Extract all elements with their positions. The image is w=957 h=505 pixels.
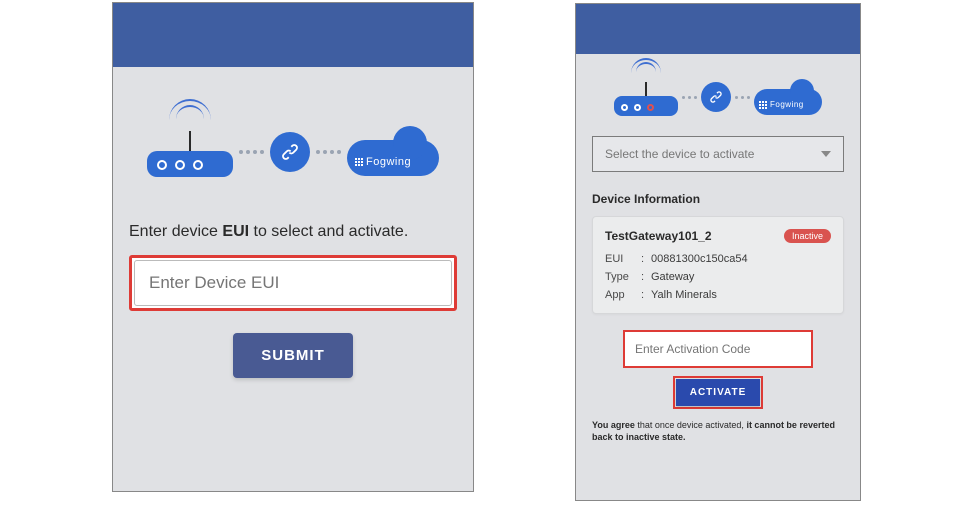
disclaimer-text: You agree that once device activated, it…	[592, 419, 844, 443]
eui-label: EUI	[605, 253, 641, 265]
hero-illustration: Fogwing	[113, 127, 473, 177]
type-label: Type	[605, 271, 641, 283]
device-icon	[147, 127, 233, 177]
hero-illustration: Fogwing	[576, 78, 860, 116]
device-icon	[614, 78, 678, 116]
activate-button-highlight: ACTIVATE	[673, 376, 763, 409]
app-value: Yalh Minerals	[651, 289, 831, 301]
device-info-title: Device Information	[592, 192, 844, 206]
instruction-post: to select and activate.	[249, 223, 408, 240]
connector-dots-icon	[735, 96, 750, 99]
device-select-dropdown[interactable]: Select the device to activate	[592, 136, 844, 172]
device-select-placeholder: Select the device to activate	[605, 147, 754, 161]
instruction-text: Enter device EUI to select and activate.	[129, 223, 457, 241]
activate-button[interactable]: ACTIVATE	[676, 379, 760, 406]
enter-eui-panel: Fogwing Enter device EUI to select and a…	[112, 2, 474, 492]
instruction-bold: EUI	[222, 223, 249, 240]
activation-input-highlight	[623, 330, 813, 368]
eui-input-highlight	[129, 255, 457, 311]
connector-dots-icon	[316, 150, 341, 154]
device-name: TestGateway101_2	[605, 229, 712, 243]
brand-label: Fogwing	[366, 156, 411, 168]
eui-value: 00881300c150ca54	[651, 253, 831, 265]
device-info-card: TestGateway101_2 Inactive EUI : 00881300…	[592, 216, 844, 314]
link-icon	[270, 132, 310, 172]
instruction-pre: Enter device	[129, 223, 222, 240]
status-badge: Inactive	[784, 229, 831, 243]
submit-button[interactable]: SUBMIT	[233, 333, 353, 378]
app-label: App	[605, 289, 641, 301]
disclaimer-mid: that once device activated,	[637, 420, 746, 430]
panel-header	[576, 4, 860, 54]
type-value: Gateway	[651, 271, 831, 283]
activation-code-input[interactable]	[627, 334, 809, 364]
connector-dots-icon	[682, 96, 697, 99]
link-icon	[701, 82, 731, 112]
cloud-icon: Fogwing	[754, 79, 822, 115]
disclaimer-pre: You agree	[592, 420, 637, 430]
activate-device-panel: Fogwing Select the device to activate De…	[575, 3, 861, 501]
cloud-icon: Fogwing	[347, 128, 439, 176]
device-eui-input[interactable]	[134, 260, 452, 306]
panel-header	[113, 3, 473, 67]
connector-dots-icon	[239, 150, 264, 154]
brand-label: Fogwing	[770, 100, 804, 109]
chevron-down-icon	[821, 151, 831, 157]
